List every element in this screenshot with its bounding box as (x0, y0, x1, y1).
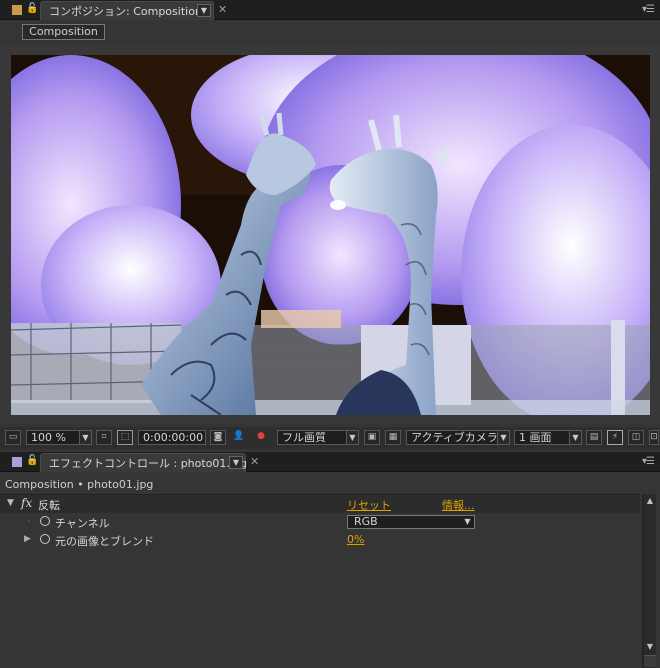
reset-link[interactable]: リセット (347, 497, 391, 513)
effect-controls-panel: 🔓 エフェクトコントロール : photo01.jpg ▼ ✕ ▾☰ Compo… (0, 452, 660, 668)
chevron-down-icon[interactable]: ▼ (197, 4, 211, 17)
current-time-display[interactable]: 0:00:00:00 (138, 430, 206, 445)
stopwatch-icon[interactable] (40, 534, 50, 544)
panel-color-icon (12, 5, 22, 15)
expand-triangle-icon[interactable]: ▼ (7, 498, 14, 508)
lock-icon[interactable]: 🔓 (26, 3, 38, 14)
view-layout-select[interactable]: 1 画面 ▼ (514, 430, 582, 445)
resize-grip[interactable] (644, 655, 656, 667)
chevron-down-icon: ▼ (346, 431, 358, 444)
channel-select[interactable]: RGB ▼ (347, 515, 475, 529)
transparency-grid-icon[interactable]: ▦ (385, 430, 401, 445)
blend-value[interactable]: 0% (347, 533, 364, 546)
flowchart-icon[interactable]: ⊡ (649, 430, 659, 445)
chevron-down-icon: ▼ (464, 517, 471, 526)
blend-label: 元の画像とブレンド (55, 535, 154, 548)
vertical-scrollbar[interactable]: ▲ ▼ (642, 494, 656, 668)
about-link[interactable]: 情報... (442, 497, 475, 513)
timecode-value: 0:00:00:00 (143, 431, 204, 444)
zoom-value: 100 % (31, 431, 66, 444)
composition-viewer[interactable] (11, 55, 650, 415)
camera-snapshot-icon[interactable]: ◙ (210, 430, 226, 445)
panel-menu-icon[interactable]: ▾☰ (642, 456, 655, 467)
effect-tab-title: エフェクトコントロール : photo01.jpg (49, 457, 247, 470)
tree-dot: · (27, 515, 31, 528)
channel-label: チャンネル (55, 517, 110, 530)
panel-color-icon (12, 457, 22, 467)
camera-value: アクティブカメラ (411, 431, 498, 444)
close-icon[interactable]: ✕ (218, 3, 227, 16)
channel-value: RGB (354, 515, 378, 528)
chevron-down-icon: ▼ (497, 431, 509, 444)
resolution-select[interactable]: フル画質 ▼ (277, 430, 359, 445)
view-layout-value: 1 画面 (519, 431, 552, 444)
scroll-up-icon[interactable]: ▲ (644, 495, 656, 507)
close-icon[interactable]: ✕ (250, 455, 259, 468)
always-preview-icon[interactable]: ▭ (5, 430, 21, 445)
fast-preview-toggle-icon[interactable]: ⚡ (607, 430, 623, 445)
region-of-interest-icon[interactable]: ⬚ (117, 430, 133, 445)
chevron-down-icon[interactable]: ▼ (229, 456, 243, 469)
show-snapshot-icon[interactable]: 👤 (231, 430, 247, 445)
effect-tab-bar: 🔓 エフェクトコントロール : photo01.jpg ▼ ✕ ▾☰ (0, 452, 660, 472)
zoom-select[interactable]: 100 % ▼ (26, 430, 92, 445)
tab-composition[interactable]: コンポジション: Composition ▼ (40, 1, 214, 20)
effect-row-invert[interactable]: ▼ fx 反転 リセット 情報... (0, 495, 640, 513)
stopwatch-icon[interactable] (40, 516, 50, 526)
tab-effect-controls[interactable]: エフェクトコントロール : photo01.jpg ▼ (40, 453, 247, 472)
viewer-toolbar: ▭ 100 % ▼ ⌗ ⬚ 0:00:00:00 ◙ 👤 ● フル画質 ▼ ▣ … (0, 427, 660, 449)
timeline-icon[interactable]: ◫ (628, 430, 644, 445)
resolution-value: フル画質 (282, 431, 326, 444)
scroll-down-icon[interactable]: ▼ (644, 641, 656, 653)
property-row-blend: ▶ 元の画像とブレンド 0% (0, 531, 640, 549)
fx-toggle-icon[interactable]: fx (21, 496, 32, 510)
chevron-down-icon: ▼ (79, 431, 91, 444)
composition-tab-bar: 🔓 コンポジション: Composition ▼ ✕ ▾☰ (0, 0, 660, 20)
panel-menu-icon[interactable]: ▾☰ (642, 4, 655, 15)
property-row-channel: · チャンネル RGB ▼ (0, 513, 640, 531)
chevron-down-icon: ▼ (569, 431, 581, 444)
lock-icon[interactable]: 🔓 (26, 455, 38, 466)
effect-controls-subtitle: Composition • photo01.jpg (5, 478, 154, 491)
title-action-safe-icon[interactable]: ⌗ (96, 430, 112, 445)
pixel-aspect-icon[interactable]: ▤ (586, 430, 602, 445)
effect-name: 反転 (38, 499, 60, 512)
composition-tab-title: コンポジション: Composition (49, 5, 202, 18)
inverted-giraffe-photo (11, 55, 650, 415)
composition-panel: 🔓 コンポジション: Composition ▼ ✕ ▾☰ Compositio… (0, 0, 660, 452)
channel-rgb-icon[interactable]: ● (253, 430, 269, 445)
fast-previews-icon[interactable]: ▣ (364, 430, 380, 445)
effects-list: ▼ fx 反転 リセット 情報... · チャンネル RGB ▼ ▶ 元の画像と… (0, 494, 640, 666)
composition-navigator-button[interactable]: Composition (22, 24, 105, 40)
expand-triangle-icon[interactable]: ▶ (24, 534, 31, 544)
camera-select[interactable]: アクティブカメラ ▼ (406, 430, 510, 445)
